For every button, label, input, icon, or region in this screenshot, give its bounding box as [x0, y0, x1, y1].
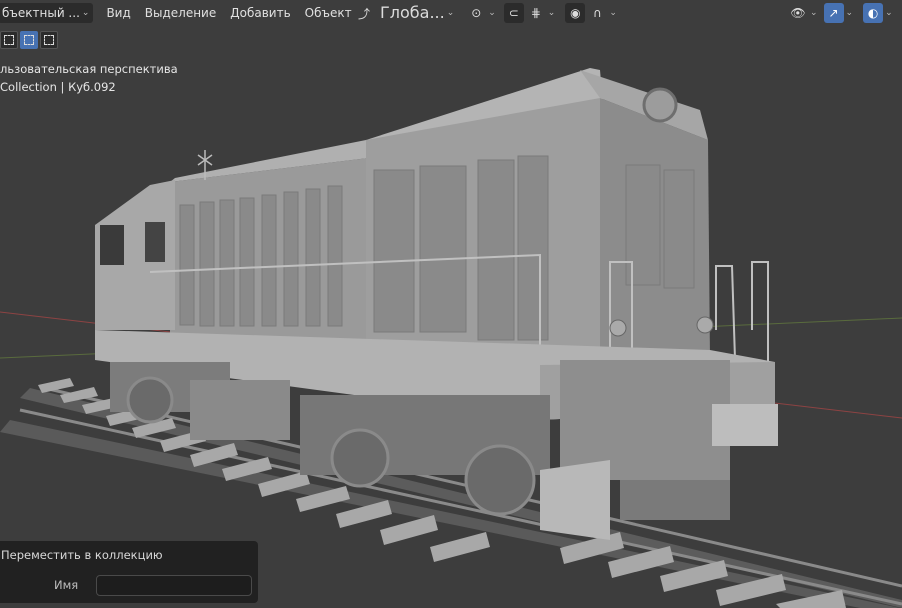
orientation-axis-icon[interactable]: ⤴: [354, 3, 374, 23]
chevron-down-icon[interactable]: ⌄: [609, 8, 617, 18]
falloff-icon[interactable]: ∩: [587, 3, 607, 23]
menu-select[interactable]: Выделение: [138, 3, 223, 23]
gizmo-icon[interactable]: ↗: [823, 3, 844, 23]
perspective-label: льзовательская перспектива: [0, 62, 178, 76]
select-extend-icon[interactable]: [20, 31, 38, 49]
chevron-down-icon[interactable]: ⌄: [488, 8, 496, 18]
chevron-down-icon: ⌄: [446, 8, 455, 18]
transform-pivot-icon[interactable]: ⊙: [466, 3, 486, 23]
menu-view[interactable]: Вид: [99, 3, 137, 23]
proportional-edit-icon[interactable]: ◉: [565, 3, 586, 23]
menu-add[interactable]: Добавить: [223, 3, 297, 23]
collection-label: Collection | Куб.092: [0, 80, 116, 94]
select-box-icon[interactable]: [0, 31, 18, 49]
3d-viewport[interactable]: бъектный ... ⌄ Вид Выделение Добавить Об…: [0, 0, 902, 608]
orientation-label: Глоба...: [380, 3, 445, 22]
name-input[interactable]: [96, 575, 252, 596]
operator-title[interactable]: Переместить в коллекцию: [1, 548, 163, 562]
select-subtract-icon[interactable]: [40, 31, 58, 49]
overlay-icon[interactable]: ◐: [863, 3, 884, 23]
viewport-display-group: 👁 ⌄ ↗ ⌄ ◐ ⌄: [788, 3, 893, 23]
snap-increment-icon[interactable]: ⋕: [526, 3, 546, 23]
snap-icon[interactable]: ⊂: [503, 3, 524, 23]
chevron-down-icon[interactable]: ⌄: [885, 8, 893, 18]
visibility-icon[interactable]: 👁: [788, 3, 808, 23]
operator-panel[interactable]: Переместить в коллекцию Имя: [0, 541, 258, 603]
mode-dropdown[interactable]: бъектный ... ⌄: [0, 3, 94, 23]
locomotive-scene[interactable]: [0, 0, 902, 608]
chevron-down-icon[interactable]: ⌄: [846, 8, 854, 18]
name-label: Имя: [54, 578, 79, 592]
menu-object[interactable]: Объект: [298, 3, 359, 23]
chevron-down-icon[interactable]: ⌄: [548, 8, 556, 18]
chevron-down-icon: ⌄: [81, 8, 90, 18]
orientation-dropdown[interactable]: Глоба... ⌄: [376, 3, 458, 23]
chevron-down-icon[interactable]: ⌄: [810, 8, 818, 18]
transform-orientation-group: ⤴ Глоба... ⌄ ⊙ ⌄ ⊂ ⋕ ⌄ ◉ ∩ ⌄: [354, 3, 617, 23]
mode-label: бъектный ...: [2, 6, 80, 20]
selection-mode-group: [0, 31, 58, 49]
